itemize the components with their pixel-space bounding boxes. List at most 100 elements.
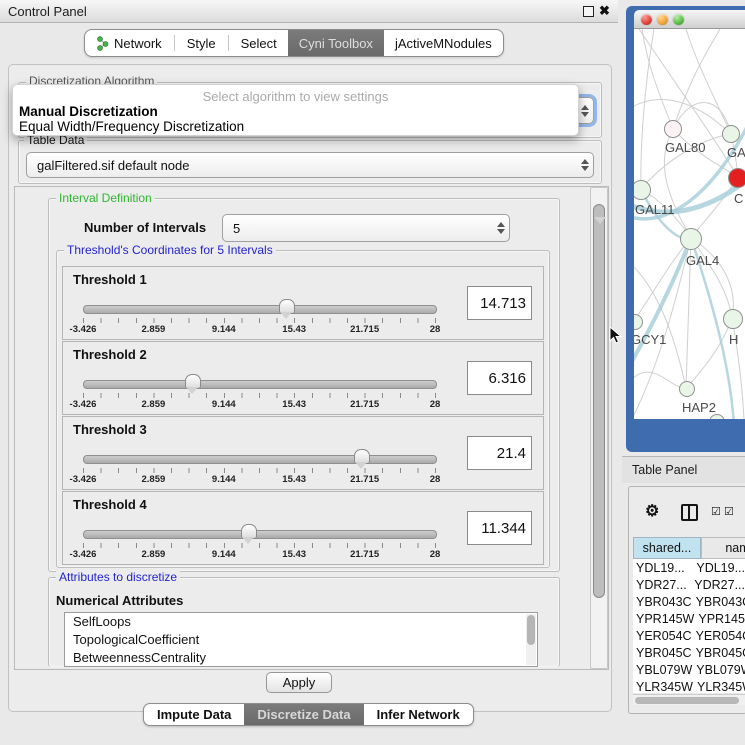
table-panel-body: ⚙ ☑ ☑ shared... name YDL19...YDL19... YD… (628, 486, 745, 714)
table-row[interactable]: YER054CYER054C (633, 627, 745, 644)
table-row[interactable]: YBR043CYBR043C (633, 593, 745, 610)
tab-jactivemnodules[interactable]: jActiveMNodules (384, 30, 503, 56)
columns-icon[interactable] (681, 504, 698, 521)
algorithm-option-manual[interactable]: Manual Discretization (19, 104, 158, 119)
cell[interactable]: YBR043C (692, 595, 745, 609)
column-header-shared-name[interactable]: shared... (633, 537, 701, 559)
gear-icon[interactable]: ⚙ (645, 501, 659, 521)
tab-impute-data[interactable]: Impute Data (144, 704, 244, 725)
threshold-slider[interactable]: -3.4262.8599.14415.4321.71528 (83, 297, 435, 335)
cell[interactable]: YBR043C (633, 595, 692, 609)
slider-thumb[interactable] (354, 449, 370, 464)
close-traffic-light-icon[interactable] (641, 14, 652, 25)
network-node[interactable] (728, 168, 745, 188)
scrollbar-thumb[interactable] (527, 615, 535, 645)
table-row[interactable]: YPR145WYPR145W (633, 610, 745, 627)
zoom-traffic-light-icon[interactable] (673, 14, 684, 25)
vertical-scrollbar[interactable] (590, 187, 608, 669)
threshold-slider[interactable]: -3.4262.8599.14415.4321.71528 (83, 372, 435, 410)
cell[interactable]: YBR045C (692, 646, 745, 660)
table-row[interactable]: YBL079WYBL079W (633, 661, 745, 678)
slider-ticks (83, 393, 436, 398)
cell[interactable]: YDR27... (690, 578, 745, 592)
list-item[interactable]: BetweennessCentrality (65, 649, 537, 667)
network-canvas[interactable]: GAL80GACGAL11GAL4GCY1HHAP2 (634, 29, 745, 419)
network-node[interactable] (634, 314, 643, 330)
table-data-combobox[interactable]: galFiltered.sif default node (26, 152, 594, 178)
threshold-slider[interactable]: -3.4262.8599.14415.4321.71528 (83, 522, 435, 560)
network-node-label: GAL11 (635, 202, 675, 217)
scale-label: 2.859 (142, 549, 166, 560)
apply-button[interactable]: Apply (266, 672, 332, 693)
slider-thumb[interactable] (279, 299, 295, 314)
threshold-slider[interactable]: -3.4262.8599.14415.4321.71528 (83, 447, 435, 485)
table-row[interactable]: YLR345WYLR345W (633, 678, 745, 693)
cell[interactable]: YBL079W (633, 663, 692, 677)
tab-impute-data-label: Impute Data (157, 707, 231, 722)
network-node[interactable] (664, 120, 682, 138)
cell[interactable]: YBL079W (692, 663, 745, 677)
tab-network[interactable]: Network (85, 30, 173, 56)
slider-track[interactable] (83, 455, 437, 464)
number-of-intervals-combobox[interactable]: 5 (222, 214, 510, 242)
horizontal-scrollbar[interactable] (633, 694, 745, 705)
cell[interactable]: YPR145W (633, 612, 694, 626)
cell[interactable]: YDL19... (692, 561, 745, 575)
table-row[interactable]: YDL19...YDL19... (633, 559, 745, 576)
combobox-stepper-icon[interactable] (493, 222, 509, 234)
scale-label: 28 (430, 399, 441, 410)
checkbox-icon[interactable]: ☑ (724, 505, 734, 518)
network-node[interactable] (722, 125, 740, 143)
tab-style[interactable]: Style (176, 30, 227, 56)
tab-select[interactable]: Select (230, 30, 288, 56)
table-row[interactable]: YDR27...YDR27... (633, 576, 745, 593)
slider-track[interactable] (83, 380, 437, 389)
network-node[interactable] (709, 414, 725, 419)
tab-infer-network-label: Infer Network (377, 707, 460, 722)
combobox-stepper-icon[interactable] (577, 159, 593, 171)
cell[interactable]: YER054C (692, 629, 745, 643)
list-scrollbar[interactable] (526, 614, 536, 665)
scrollbar-thumb[interactable] (635, 697, 739, 704)
threshold-value-field[interactable]: 6.316 (467, 361, 532, 395)
node-table[interactable]: YDL19...YDL19... YDR27...YDR27... YBR043… (633, 559, 745, 693)
tab-cyni-toolbox[interactable]: Cyni Toolbox (288, 30, 384, 56)
slider-thumb[interactable] (185, 374, 201, 389)
list-item[interactable]: SelfLoops (65, 613, 537, 631)
network-node[interactable] (679, 381, 695, 397)
column-header-name[interactable]: name (701, 537, 745, 559)
network-node[interactable] (634, 180, 651, 200)
checkbox-icon[interactable]: ☑ (711, 505, 721, 518)
cell[interactable]: YBR045C (633, 646, 692, 660)
close-icon[interactable]: ✖ (599, 3, 610, 19)
network-node[interactable] (723, 309, 743, 329)
cell[interactable]: YDL19... (633, 561, 692, 575)
minimize-traffic-light-icon[interactable] (657, 14, 668, 25)
cell[interactable]: YDR27... (633, 578, 690, 592)
attributes-group-title: Attributes to discretize (56, 570, 180, 584)
threshold-value-field[interactable]: 21.4 (467, 436, 532, 470)
tab-cyni-toolbox-label: Cyni Toolbox (299, 36, 373, 51)
combobox-stepper-icon[interactable] (577, 105, 593, 117)
float-window-icon[interactable] (583, 6, 594, 17)
list-item[interactable]: TopologicalCoefficient (65, 631, 537, 649)
numerical-attributes-list[interactable]: SelfLoops TopologicalCoefficient Between… (64, 612, 538, 667)
table-row[interactable]: YBR045CYBR045C (633, 644, 745, 661)
tab-discretize-data[interactable]: Discretize Data (244, 704, 363, 725)
threshold-value-field[interactable]: 14.713 (467, 286, 532, 320)
slider-track[interactable] (83, 305, 437, 314)
cell[interactable]: YLR345W (693, 680, 745, 694)
cell[interactable]: YPR145W (694, 612, 745, 626)
network-node[interactable] (680, 228, 702, 250)
tab-infer-network[interactable]: Infer Network (364, 704, 473, 725)
slider-track[interactable] (83, 530, 437, 539)
threshold-panel-2: Threshold 2 -3.4262.8599.14415.4321.7152… (62, 341, 544, 415)
scrollbar-thumb[interactable] (593, 204, 605, 598)
cell[interactable]: YER054C (633, 629, 692, 643)
algorithm-option-equal-width[interactable]: Equal Width/Frequency Discretization (19, 119, 244, 134)
slider-thumb[interactable] (241, 524, 257, 539)
threshold-value-field[interactable]: 11.344 (467, 511, 532, 545)
top-tab-bar: Network Style Select Cyni Toolbox jActiv… (84, 29, 504, 57)
cell[interactable]: YLR345W (633, 680, 693, 694)
interval-definition-group-title: Interval Definition (56, 191, 155, 205)
